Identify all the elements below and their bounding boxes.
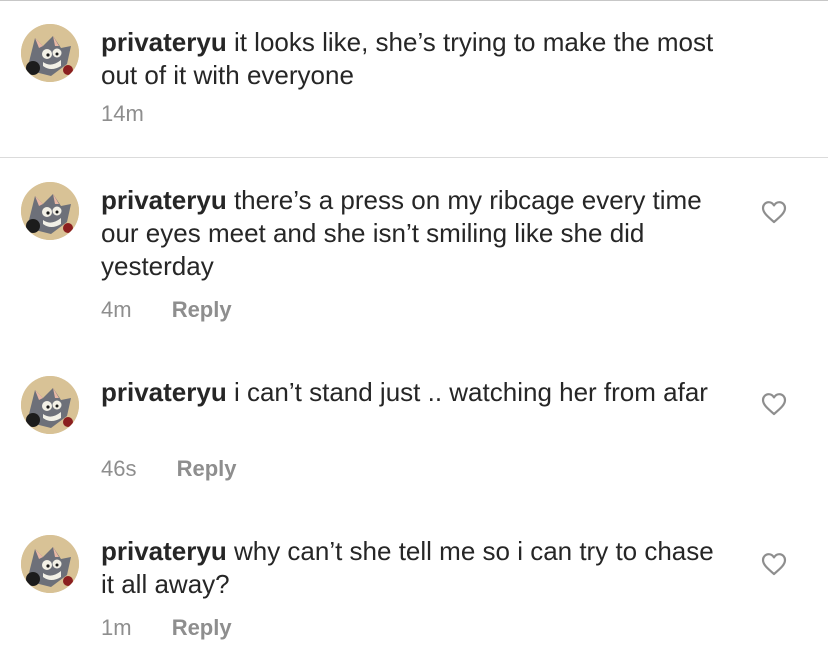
cartoon-cat-avatar-icon [21,376,79,434]
comment-meta: 46s Reply [101,456,237,482]
comment-timestamp: 14m [101,101,144,126]
cartoon-cat-avatar-icon [21,182,79,240]
comment-timestamp: 46s [101,456,137,481]
comment-body: i can’t stand just .. watching her from … [226,377,708,407]
comment-username[interactable]: privateryu [101,185,227,215]
comment-item: privateryu why can’t she tell me so i ca… [0,512,828,667]
comment-timestamp: 1m [101,615,132,640]
reply-button[interactable]: Reply [172,297,232,322]
cartoon-cat-avatar-icon [21,24,79,82]
cartoon-cat-avatar-icon [21,535,79,593]
comment-username[interactable]: privateryu [101,27,227,57]
comment-text: privateryu it looks like, she’s trying t… [101,26,721,92]
comment-meta: 1m Reply [101,615,232,641]
comment-item: privateryu there’s a press on my ribcage… [0,158,828,348]
avatar[interactable] [21,376,79,434]
avatar[interactable] [21,535,79,593]
comment-item: privateryu it looks like, she’s trying t… [0,0,828,157]
comment-username[interactable]: privateryu [101,377,227,407]
comment-text: privateryu why can’t she tell me so i ca… [101,535,721,601]
comment-username[interactable]: privateryu [101,536,227,566]
comment-meta: 4m Reply [101,297,232,323]
comment-text: privateryu i can’t stand just .. watchin… [101,376,721,409]
heart-outline-icon[interactable] [761,392,787,416]
comment-meta: 14m [101,101,144,127]
avatar[interactable] [21,24,79,82]
reply-button[interactable]: Reply [172,615,232,640]
heart-outline-icon[interactable] [761,200,787,224]
comment-timestamp: 4m [101,297,132,322]
avatar[interactable] [21,182,79,240]
comment-text: privateryu there’s a press on my ribcage… [101,184,721,283]
reply-button[interactable]: Reply [177,456,237,481]
heart-outline-icon[interactable] [761,552,787,576]
comment-item: privateryu i can’t stand just .. watchin… [0,352,828,512]
